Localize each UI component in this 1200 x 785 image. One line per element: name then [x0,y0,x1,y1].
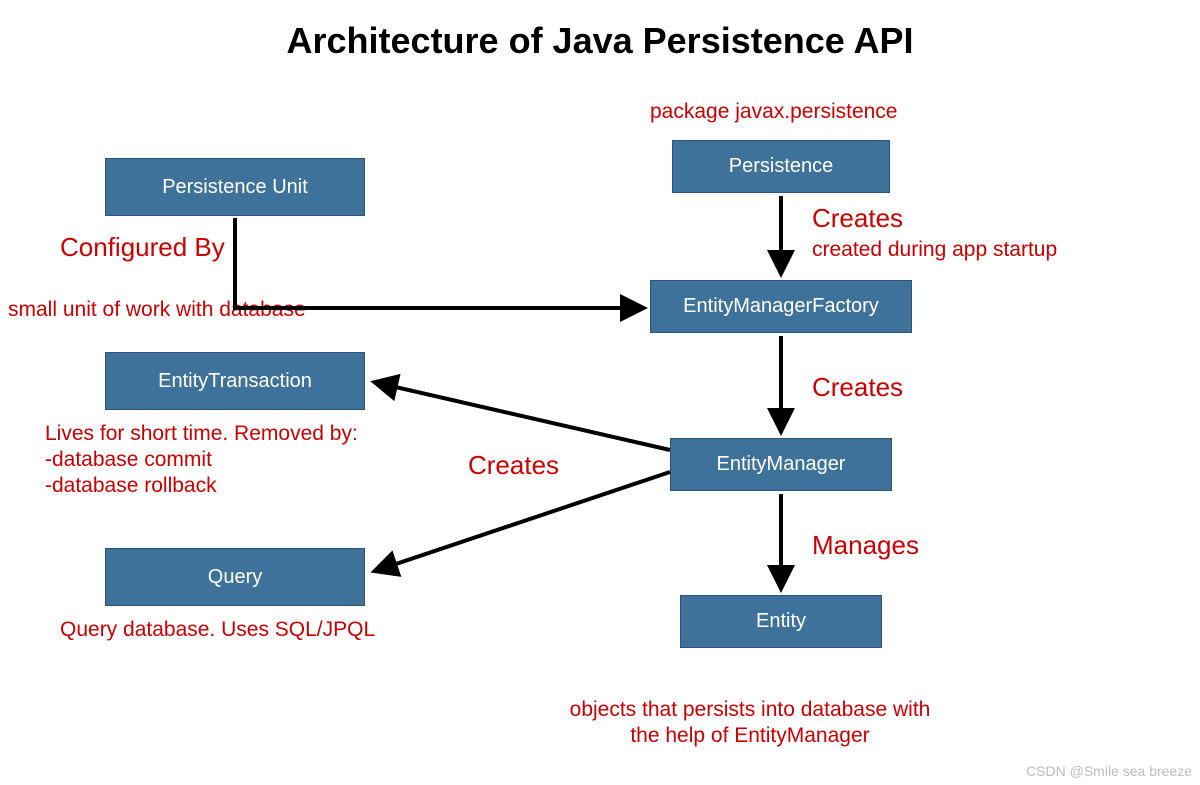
box-em: EntityManager [670,438,892,491]
note-lives-2: -database commit [45,448,212,472]
box-entity-transaction: EntityTransaction [105,352,365,410]
note-configured-by: Configured By [60,232,225,263]
note-entity-desc-2: the help of EntityManager [430,724,1070,748]
box-persistence-unit: Persistence Unit [105,158,365,216]
note-small-unit: small unit of work with database [8,298,306,322]
note-entity-desc-1: objects that persists into database with [430,698,1070,722]
note-lives-3: -database rollback [45,474,217,498]
note-lives-1: Lives for short time. Removed by: [45,422,358,446]
note-creates-3: Creates [468,450,559,481]
box-entity: Entity [680,595,882,648]
note-package: package javax.persistence [650,100,897,124]
note-created-startup: created during app startup [812,238,1057,262]
box-emf: EntityManagerFactory [650,280,912,333]
box-query: Query [105,548,365,606]
note-manages: Manages [812,530,919,561]
note-creates-1: Creates [812,203,903,234]
note-query-db: Query database. Uses SQL/JPQL [60,618,375,642]
note-creates-2: Creates [812,372,903,403]
diagram-title: Architecture of Java Persistence API [0,20,1200,62]
watermark: CSDN @Smile sea breeze [1026,763,1192,779]
box-persistence: Persistence [672,140,890,193]
